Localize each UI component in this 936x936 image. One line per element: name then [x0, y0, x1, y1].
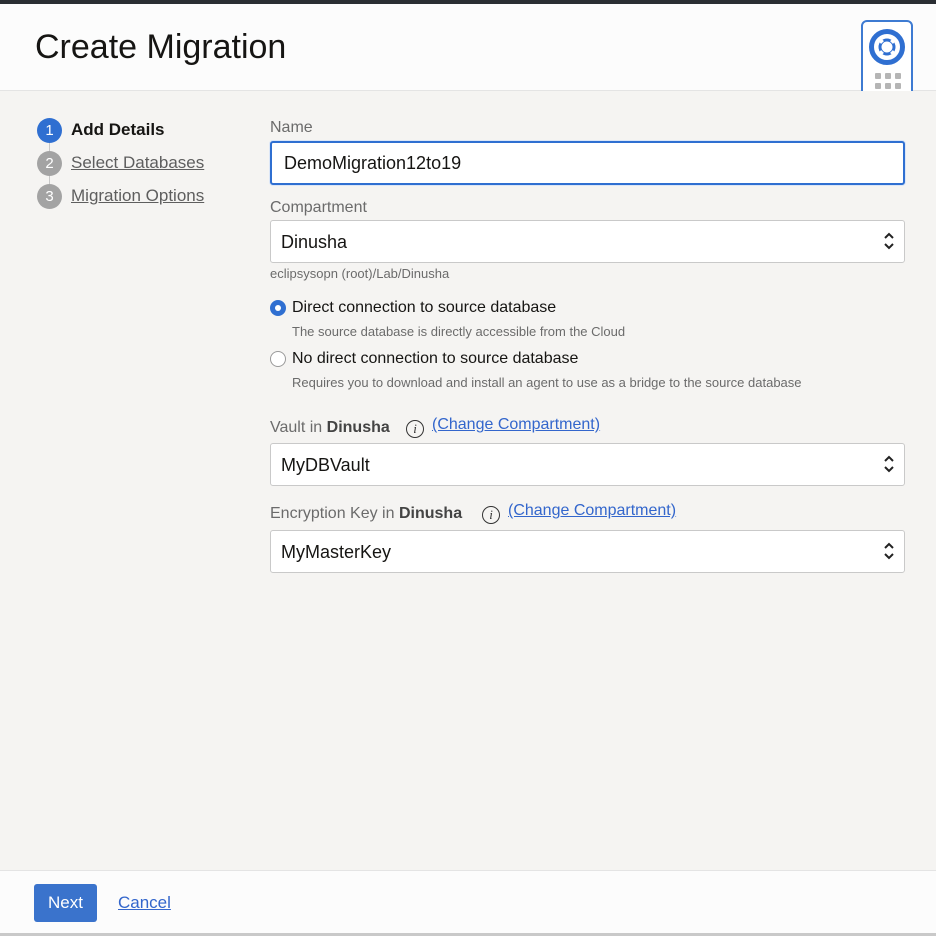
no-direct-connection-label[interactable]: No direct connection to source database — [292, 350, 578, 368]
compartment-path: eclipsysopn (root)/Lab/Dinusha — [270, 266, 450, 281]
content-area: 1 Add Details 2 Select Databases 3 Migra… — [0, 91, 936, 870]
step-select-databases[interactable]: 2 Select Databases — [37, 151, 237, 177]
next-button[interactable]: Next — [34, 884, 97, 922]
step-label: Migration Options — [71, 186, 205, 205]
direct-connection-label[interactable]: Direct connection to source database — [292, 299, 556, 317]
encryption-key-label: Encryption Key in Dinusha — [270, 505, 462, 523]
chevron-up-down-icon — [884, 542, 894, 560]
vault-value: MyDBVault — [281, 455, 370, 475]
encryption-key-change-compartment-link[interactable]: (Change Compartment) — [508, 502, 676, 520]
direct-connection-radio[interactable] — [270, 300, 286, 316]
vault-info-icon[interactable]: i — [406, 420, 424, 438]
name-input[interactable] — [270, 141, 905, 185]
compartment-select[interactable]: Dinusha — [270, 220, 905, 263]
vault-select[interactable]: MyDBVault — [270, 443, 905, 486]
vault-change-compartment-link[interactable]: (Change Compartment) — [432, 416, 600, 434]
page-title: Create Migration — [35, 28, 287, 66]
step-add-details[interactable]: 1 Add Details — [37, 118, 237, 144]
chevron-up-down-icon — [884, 455, 894, 473]
name-label: Name — [270, 119, 313, 136]
step-label: Add Details — [71, 120, 165, 139]
page-header: Create Migration — [0, 4, 936, 98]
cancel-link[interactable]: Cancel — [118, 893, 171, 913]
step-migration-options[interactable]: 3 Migration Options — [37, 184, 237, 210]
compartment-label: Compartment — [270, 199, 367, 216]
no-direct-connection-description: Requires you to download and install an … — [292, 375, 802, 390]
step-number: 1 — [37, 118, 62, 143]
encryption-key-label-compartment: Dinusha — [398, 505, 463, 522]
vault-label: Vault in Dinusha — [270, 419, 390, 437]
no-direct-connection-radio[interactable] — [270, 351, 286, 367]
grid-icon[interactable] — [875, 73, 901, 89]
step-number: 2 — [37, 151, 62, 176]
direct-connection-description: The source database is directly accessib… — [292, 324, 626, 339]
vault-label-compartment: Dinusha — [326, 419, 390, 436]
chevron-up-down-icon — [884, 232, 894, 250]
lifebuoy-icon[interactable] — [868, 28, 906, 66]
encryption-key-select[interactable]: MyMasterKey — [270, 530, 905, 573]
encryption-key-value: MyMasterKey — [281, 542, 392, 562]
step-number: 3 — [37, 184, 62, 209]
help-widget[interactable] — [861, 20, 913, 98]
encryption-key-info-icon[interactable]: i — [482, 506, 500, 524]
compartment-value: Dinusha — [281, 232, 348, 252]
vault-label-prefix: Vault in — [270, 419, 323, 436]
page-footer: Next Cancel — [0, 870, 936, 936]
encryption-key-label-prefix: Encryption Key in — [270, 505, 395, 522]
step-label: Select Databases — [71, 153, 205, 172]
